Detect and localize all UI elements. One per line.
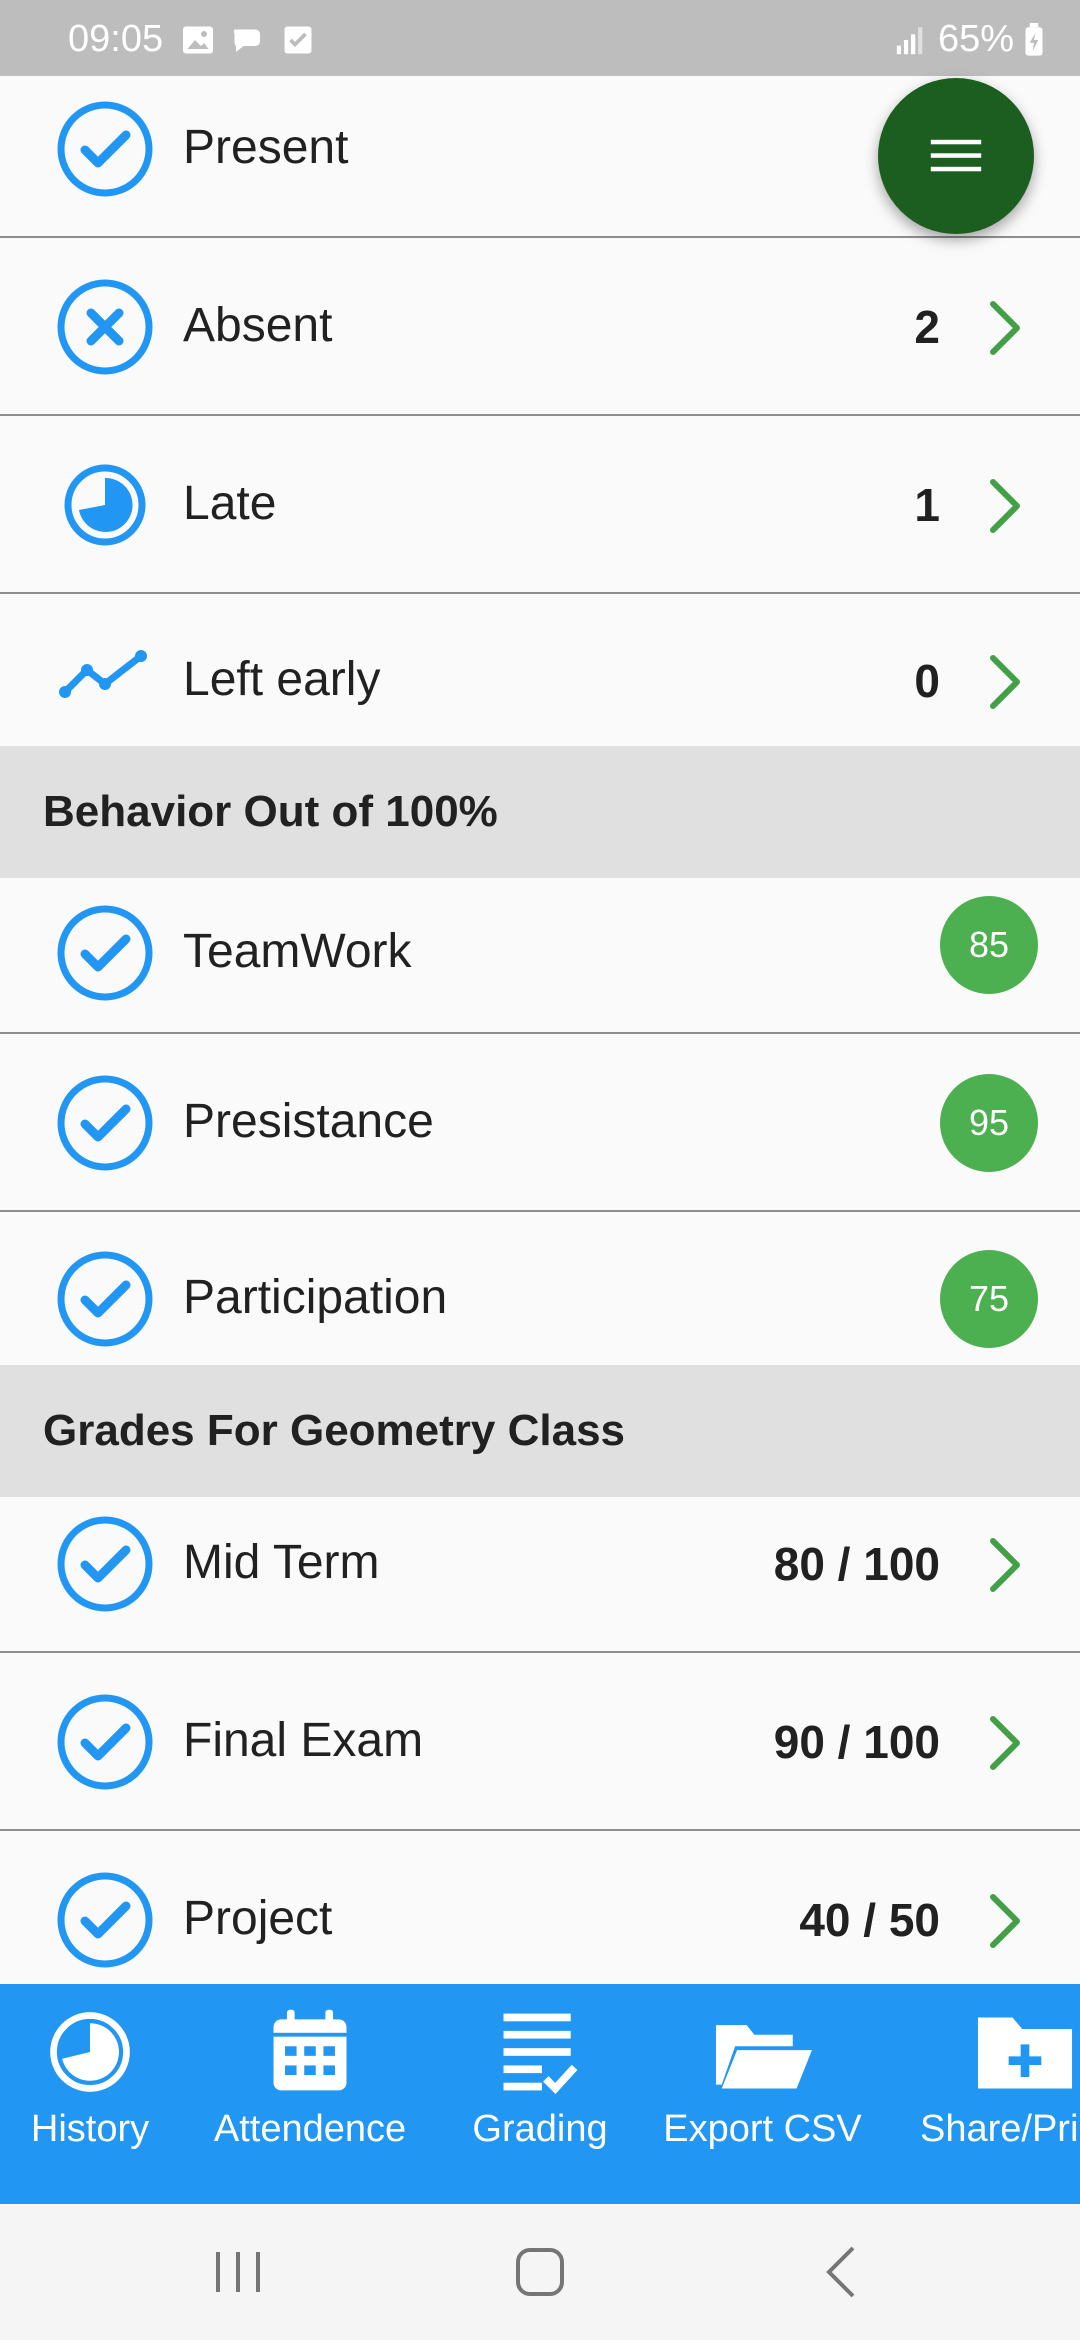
behavior-row[interactable]: Participation 75 [0, 1212, 1080, 1365]
check-circle-icon [57, 1872, 153, 1968]
chevron-right-icon [990, 1538, 1020, 1592]
battery-icon [1025, 22, 1043, 56]
status-right: 65% [894, 18, 1044, 61]
grade-row[interactable]: Project 40 / 50 [0, 1831, 1080, 1984]
nav-tab-export-csv[interactable]: Export CSV [655, 2004, 870, 2151]
nav-tab-label: History [30, 2108, 150, 2150]
behavior-row[interactable]: TeamWork 85 [0, 878, 1080, 1034]
grade-value: 40 / 50 [799, 1894, 940, 1946]
behavior-label: TeamWork [183, 925, 412, 978]
checkbox-notification-icon [284, 26, 312, 54]
check-circle-icon [57, 905, 153, 1001]
folder-open-icon [715, 2025, 812, 2089]
attendance-label: Late [183, 477, 277, 530]
folder-plus-icon [977, 2017, 1073, 2089]
grade-row[interactable]: Final Exam 90 / 100 [0, 1653, 1080, 1831]
chevron-right-icon [990, 479, 1020, 533]
attendance-label: Left early [183, 653, 381, 706]
grade-value: 80 / 100 [773, 1538, 940, 1590]
gallery-notification-icon [183, 26, 213, 54]
attendance-label: Absent [183, 299, 333, 352]
grade-value: 90 / 100 [773, 1716, 940, 1768]
nav-tab-label: Export CSV [663, 2108, 862, 2150]
status-time: 09:05 [68, 18, 164, 60]
check-circle-icon [57, 1251, 153, 1347]
chevron-right-icon [990, 1716, 1020, 1770]
grade-label: Final Exam [183, 1714, 424, 1767]
attendance-row-absent[interactable]: Absent 2 [0, 238, 1080, 416]
calendar-icon [273, 2009, 347, 2091]
nav-tab-label: Grading [472, 2108, 608, 2150]
nav-tab-grading[interactable]: Grading [460, 2004, 620, 2151]
grade-label: Mid Term [183, 1536, 380, 1589]
score-badge: 95 [940, 1074, 1038, 1172]
history-icon [50, 2012, 130, 2092]
check-circle-icon [57, 1075, 153, 1171]
attendance-row-left-early[interactable]: Left early 0 [0, 594, 1080, 746]
behavior-label: Presistance [183, 1095, 434, 1148]
check-circle-icon [57, 1694, 153, 1790]
check-circle-icon [57, 1516, 153, 1612]
checklist-icon [503, 2013, 578, 2095]
status-bar: 09:05 65% [0, 0, 1080, 76]
grade-row[interactable]: Mid Term 80 / 100 [0, 1497, 1080, 1653]
battery-percent: 65% [937, 18, 1014, 60]
chat-notification-icon [233, 29, 260, 52]
recent-apps-icon[interactable] [198, 2242, 278, 2302]
grade-label: Project [183, 1892, 333, 1945]
attendance-count: 0 [914, 655, 940, 707]
nav-tab-share-print[interactable]: Share/Pri [920, 2004, 1080, 2151]
attendance-row-late[interactable]: Late 1 [0, 416, 1080, 594]
behavior-label: Participation [183, 1271, 448, 1324]
nav-tab-label: Attendence [213, 2108, 407, 2150]
behavior-row[interactable]: Presistance 95 [0, 1034, 1080, 1212]
attendance-count: 1 [914, 479, 940, 531]
section-header-grades: Grades For Geometry Class [0, 1365, 1080, 1497]
chevron-right-icon [990, 1894, 1020, 1948]
bottom-navigation: History Attendence Grading Export CSV Sh… [0, 1984, 1080, 2204]
back-icon[interactable] [803, 2242, 883, 2302]
clock-pie-icon [64, 464, 146, 546]
score-badge: 75 [940, 1250, 1038, 1348]
notification-icons [180, 22, 316, 58]
attendance-label: Present [183, 121, 349, 174]
nav-tab-label: Share/Pri [920, 2108, 1079, 2150]
menu-fab-button[interactable] [878, 78, 1034, 234]
attendance-count: 2 [914, 301, 940, 353]
score-badge: 85 [940, 896, 1038, 994]
home-icon[interactable] [500, 2242, 580, 2302]
check-circle-icon [57, 101, 153, 197]
x-circle-icon [57, 279, 153, 375]
chevron-right-icon [990, 655, 1020, 709]
nav-tab-history[interactable]: History [20, 2004, 160, 2151]
hamburger-menu-icon [930, 139, 982, 172]
nav-tab-attendence[interactable]: Attendence [205, 2004, 415, 2151]
signal-icon [896, 26, 923, 54]
system-navigation-bar [0, 2204, 1080, 2340]
chevron-right-icon [990, 301, 1020, 355]
trend-line-icon [59, 650, 147, 698]
section-header-behavior: Behavior Out of 100% [0, 746, 1080, 878]
